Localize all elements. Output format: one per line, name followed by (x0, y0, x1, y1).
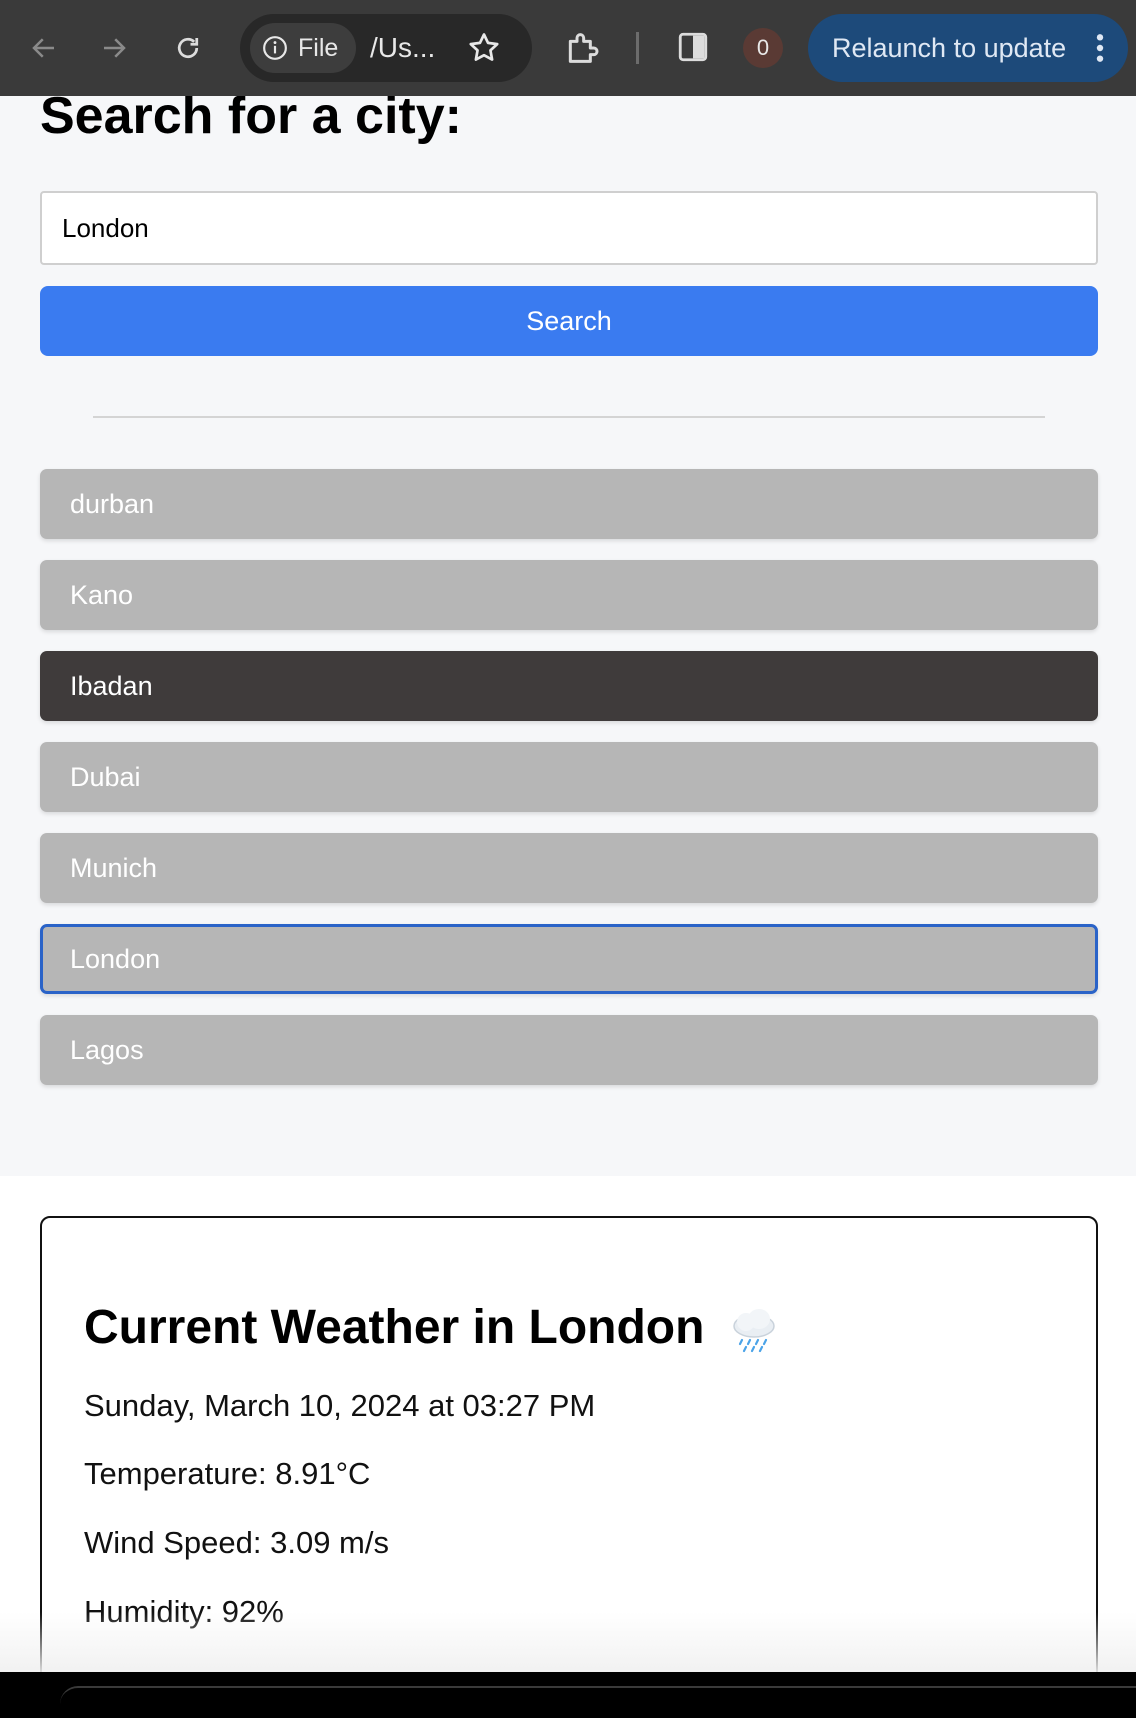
address-bar[interactable]: File /Us... (240, 14, 532, 82)
city-item-dubai[interactable]: Dubai (40, 742, 1098, 812)
weather-title: Current Weather in London (84, 1300, 780, 1355)
extensions-puzzle-icon[interactable] (562, 28, 602, 68)
info-icon (263, 36, 287, 60)
back-button[interactable] (22, 26, 66, 70)
page-content: Search for a city: Search durban Kano Ib… (0, 96, 1136, 1672)
arrow-left-icon (32, 38, 54, 58)
arrow-right-icon (104, 38, 126, 58)
search-section: Search for a city: Search durban Kano Ib… (0, 96, 1136, 1176)
city-item-munich[interactable]: Munich (40, 833, 1098, 903)
section-divider (93, 416, 1045, 418)
toolbar-divider (636, 32, 639, 64)
url-text: /Us... (370, 32, 436, 63)
city-search-input[interactable] (40, 191, 1098, 265)
reload-button[interactable] (166, 26, 210, 70)
site-chip-label: File (298, 33, 339, 62)
relaunch-label: Relaunch to update (832, 32, 1067, 63)
reload-icon (177, 37, 199, 59)
window-bottom-edge (0, 1672, 1136, 1702)
rain-cloud-icon (733, 1309, 775, 1353)
weather-title-text: Current Weather in London (84, 1301, 705, 1354)
city-item-ibadan[interactable]: Ibadan (40, 651, 1098, 721)
weather-temperature: Temperature: 8.91°C (84, 1456, 371, 1491)
city-item-durban[interactable]: durban (40, 469, 1098, 539)
city-item-kano[interactable]: Kano (40, 560, 1098, 630)
bookmark-star-icon[interactable] (466, 30, 502, 66)
city-item-lagos[interactable]: Lagos (40, 1015, 1098, 1085)
recent-cities-list: durban Kano Ibadan Dubai Munich London L… (40, 469, 1098, 1106)
weather-datetime: Sunday, March 10, 2024 at 03:27 PM (84, 1388, 596, 1423)
weather-wind-speed: Wind Speed: 3.09 m/s (84, 1525, 389, 1560)
weather-card: Current Weather in London Sunday, March … (40, 1216, 1098, 1672)
window-frame-curve (60, 1686, 1136, 1718)
extension-badge[interactable]: 0 (743, 28, 783, 68)
search-heading: Search for a city: (40, 96, 462, 145)
site-info-chip[interactable]: File (250, 23, 356, 73)
bottom-fade (0, 1612, 1136, 1672)
search-button[interactable]: Search (40, 286, 1098, 356)
forward-button[interactable] (92, 26, 136, 70)
side-panel-icon[interactable] (676, 30, 710, 64)
browser-toolbar: File /Us... 0 Relaunch to update (0, 0, 1136, 96)
relaunch-button[interactable]: Relaunch to update (808, 14, 1128, 82)
city-item-london[interactable]: London (40, 924, 1098, 994)
more-menu-icon[interactable] (1096, 32, 1104, 64)
